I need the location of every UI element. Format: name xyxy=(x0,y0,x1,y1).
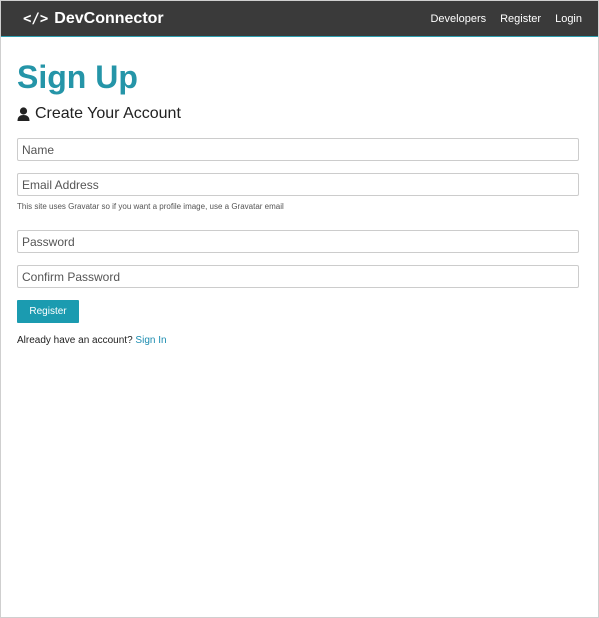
password-input[interactable] xyxy=(17,230,579,253)
user-icon xyxy=(17,107,30,121)
signup-form: This site uses Gravatar so if you want a… xyxy=(17,138,579,323)
brand-label: DevConnector xyxy=(54,9,164,27)
app-window: </> DevConnector Developers Register Log… xyxy=(0,0,599,618)
confirm-password-input[interactable] xyxy=(17,265,579,288)
page-title: Sign Up xyxy=(17,59,138,95)
register-button[interactable]: Register xyxy=(17,300,79,323)
subtitle-label: Create Your Account xyxy=(35,105,181,122)
signin-prompt-text: Already have an account? xyxy=(17,335,133,346)
name-input[interactable] xyxy=(17,138,579,161)
code-icon: </> xyxy=(23,10,49,27)
page-subtitle: Create Your Account xyxy=(17,105,579,123)
main-content: Sign Up Create Your Account This site us… xyxy=(17,57,579,346)
email-hint: This site uses Gravatar so if you want a… xyxy=(17,202,284,211)
email-input[interactable] xyxy=(17,173,579,196)
nav-link-login[interactable]: Login xyxy=(555,13,582,25)
nav-link-developers[interactable]: Developers xyxy=(430,13,486,25)
nav-link-register[interactable]: Register xyxy=(500,13,541,25)
navbar: </> DevConnector Developers Register Log… xyxy=(1,1,598,37)
signin-link[interactable]: Sign In xyxy=(135,335,166,346)
signin-prompt: Already have an account? Sign In xyxy=(17,335,579,346)
nav-links: Developers Register Login xyxy=(430,13,582,25)
brand-link[interactable]: </> DevConnector xyxy=(23,10,164,28)
